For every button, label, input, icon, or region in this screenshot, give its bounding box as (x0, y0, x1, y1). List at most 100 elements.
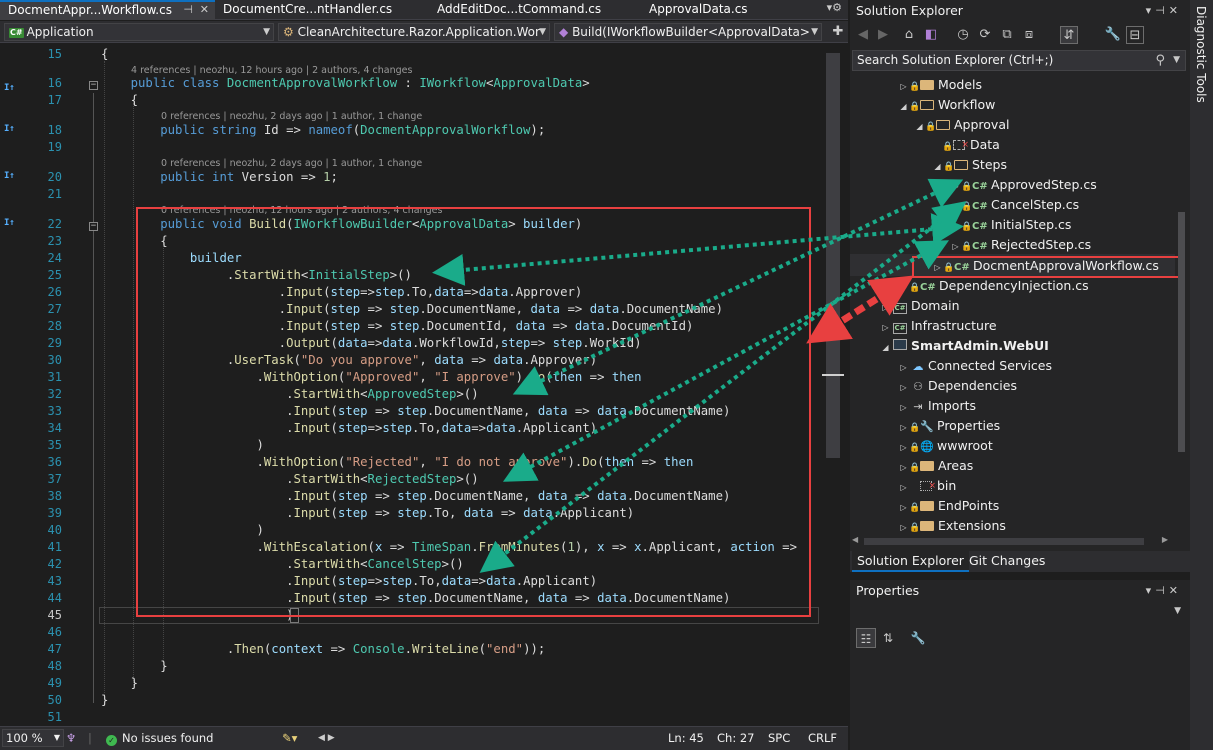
interface-impl-glyph-icon[interactable]: I↑ (4, 218, 15, 228)
line-indicator[interactable]: Ln: 45 (668, 727, 704, 749)
interface-impl-glyph-icon[interactable]: I↑ (4, 83, 15, 93)
solution-horizontal-scrollbar[interactable]: ◀ ▶ (852, 535, 1168, 549)
codelens-version[interactable]: 0 references | neozhu, 2 days ago | 1 au… (161, 158, 422, 169)
categorized-icon[interactable]: ☷ (856, 628, 876, 648)
whitespace-indicator[interactable]: SPC (768, 727, 790, 749)
collapse-icon[interactable]: ◢ (914, 117, 925, 137)
editor-vertical-scrollbar[interactable] (822, 43, 848, 726)
show-all-files-icon[interactable]: ⧈ (1020, 26, 1038, 44)
scroll-right-icon[interactable]: ▶ (1162, 535, 1168, 544)
column-indicator[interactable]: Ch: 27 (717, 727, 754, 749)
close-icon[interactable]: ✕ (1169, 584, 1182, 597)
expand-icon[interactable]: ▷ (898, 498, 909, 518)
collapse-all-icon[interactable]: ⧉ (998, 26, 1016, 44)
close-icon[interactable]: ✕ (200, 2, 209, 18)
sync-active-document-icon[interactable]: ⇵ (1060, 26, 1078, 44)
pin-icon[interactable]: ⊣ (1155, 584, 1169, 597)
tab-git-changes[interactable]: Git Changes (964, 551, 1050, 572)
tree-item-workflow[interactable]: ◢ 🔒 Workflow (898, 95, 995, 115)
expand-icon[interactable]: ▷ (898, 458, 909, 478)
expand-icon[interactable]: ▷ (880, 298, 891, 318)
solution-vertical-scrollbar[interactable] (1176, 72, 1187, 532)
properties-wrench-icon[interactable]: 🔧 (1104, 26, 1122, 44)
expand-icon[interactable]: ▷ (898, 77, 909, 97)
type-dropdown[interactable]: ⚙ CleanArchitecture.Razor.Application.Wo… (278, 23, 550, 41)
close-icon[interactable]: ✕ (1169, 4, 1182, 17)
code-cleanup-icon[interactable]: ✎▾ (282, 727, 297, 749)
navigate-arrows-icon[interactable]: ◀ ▶ (318, 727, 335, 749)
project-dropdown[interactable]: C# Application ▼ (4, 23, 274, 41)
expand-icon[interactable]: ▷ (950, 217, 961, 237)
tree-item-data[interactable]: 🔒Data (942, 135, 1000, 155)
tree-item-approval[interactable]: ◢ 🔒 Approval (914, 115, 1009, 135)
back-icon[interactable]: ◀ (854, 26, 872, 44)
forward-icon[interactable]: ▶ (874, 26, 892, 44)
collapse-icon[interactable]: ◢ (898, 97, 909, 117)
pending-changes-filter-icon[interactable]: ◷ (954, 26, 972, 44)
expand-icon[interactable]: ▷ (950, 237, 961, 257)
expand-icon[interactable]: ▷ (898, 358, 909, 378)
solution-search-input[interactable]: Search Solution Explorer (Ctrl+;) ⚲ ▼ (852, 50, 1186, 71)
chevron-down-icon[interactable]: ▾ (1146, 4, 1156, 17)
split-window-icon[interactable]: ✚ (830, 23, 846, 41)
tree-item-areas[interactable]: ▷ 🔒 Areas (898, 456, 973, 476)
tree-item-smartadmin-webui[interactable]: ◢ SmartAdmin.WebUI (880, 336, 1048, 358)
interface-impl-glyph-icon[interactable]: I↑ (4, 171, 15, 181)
scrollbar-thumb[interactable] (864, 538, 1144, 545)
expand-icon[interactable]: ▷ (950, 177, 961, 197)
tab-list-dropdown-icon[interactable]: ▾⚙ (827, 1, 842, 14)
tab-document-create-handler[interactable]: DocumentCre...ntHandler.cs (215, 0, 429, 20)
tab-solution-explorer[interactable]: Solution Explorer (852, 551, 969, 572)
tree-item-endpoints[interactable]: ▷ 🔒 EndPoints (898, 496, 999, 516)
expand-icon[interactable]: ▷ (950, 197, 961, 217)
interface-impl-glyph-icon[interactable]: I↑ (4, 124, 15, 134)
tree-item-extensions[interactable]: ▷ 🔒 Extensions (898, 516, 1005, 536)
collapse-icon[interactable]: − (89, 81, 98, 90)
tree-item-dependencies[interactable]: ▷ ⚇ Dependencies (898, 376, 1017, 396)
expand-icon[interactable]: ▷ (898, 438, 909, 458)
expand-icon[interactable]: ▷ (898, 278, 909, 298)
tree-item-wwwroot[interactable]: ▷ 🔒🌐 wwwroot (898, 436, 992, 458)
search-icon[interactable]: ⚲ (1155, 51, 1165, 70)
tree-item-steps[interactable]: ◢ 🔒 Steps (932, 155, 1007, 175)
property-pages-icon[interactable]: 🔧 (908, 628, 928, 648)
pin-icon[interactable]: ⊣ (1155, 4, 1169, 17)
tree-item-infrastructure[interactable]: ▷ C# Infrastructure (880, 316, 997, 336)
chevron-down-icon[interactable]: ▾ (1146, 584, 1156, 597)
sync-icon[interactable]: ⟳ (976, 26, 994, 44)
expand-icon[interactable]: ▷ (898, 418, 909, 438)
tree-item-rejectedstep[interactable]: ▷ 🔒C# RejectedStep.cs (950, 235, 1091, 255)
panel-window-controls[interactable]: ▾⊣✕ (1146, 580, 1182, 602)
tree-item-imports[interactable]: ▷ ⇥ Imports (898, 396, 976, 416)
panel-window-controls[interactable]: ▾⊣✕ (1146, 0, 1182, 21)
tree-item-cancelstep[interactable]: ▷ 🔒C# CancelStep.cs (950, 195, 1079, 215)
pin-icon[interactable]: ⊣ (183, 2, 193, 18)
codelens-id[interactable]: 0 references | neozhu, 2 days ago | 1 au… (161, 111, 422, 122)
line-ending-indicator[interactable]: CRLF (808, 727, 837, 749)
tree-item-approvedstep[interactable]: ▷ 🔒C# ApprovedStep.cs (950, 175, 1096, 197)
tree-item-dependencyinjection[interactable]: ▷ 🔒C# DependencyInjection.cs (898, 276, 1088, 298)
expand-icon[interactable]: ▷ (898, 378, 909, 398)
tree-item-models[interactable]: ▷ 🔒 Models (898, 75, 982, 95)
scroll-left-icon[interactable]: ◀ (852, 535, 858, 544)
zoom-dropdown[interactable]: 100 % ▼ (2, 729, 64, 747)
expand-icon[interactable]: ▷ (880, 318, 891, 338)
diagnostic-tools-side-tab[interactable]: Diagnostic Tools (1190, 0, 1213, 750)
issues-indicator[interactable]: ✓ No issues found (106, 727, 213, 749)
alphabetical-sort-icon[interactable]: ⇅ (878, 628, 898, 648)
tree-item-initialstep[interactable]: ▷ 🔒C# InitialStep.cs (950, 215, 1071, 235)
tab-docment-approval-workflow[interactable]: DocmentAppr...Workflow.cs ⊣ ✕ (0, 0, 215, 20)
copilot-icon[interactable]: ♆ (66, 727, 76, 749)
collapse-icon[interactable]: ◢ (880, 338, 891, 358)
collapse-icon[interactable]: − (89, 222, 98, 231)
collapse-icon[interactable]: ◢ (932, 157, 943, 177)
tree-item-connected-services[interactable]: ▷ ☁ Connected Services (898, 356, 1052, 376)
scrollbar-thumb[interactable] (1178, 212, 1185, 452)
tab-approval-data[interactable]: ApprovalData.cs (641, 0, 821, 20)
home-icon[interactable]: ⌂ (900, 26, 918, 44)
chevron-down-icon[interactable]: ▼ (1173, 51, 1180, 70)
tab-add-edit-document-command[interactable]: AddEditDoc...tCommand.cs (429, 0, 641, 20)
tree-item-properties[interactable]: ▷ 🔒🔧 Properties (898, 416, 1000, 436)
properties-object-dropdown[interactable]: ▼ (852, 604, 1186, 624)
switch-views-icon[interactable]: ◧ (922, 26, 940, 44)
